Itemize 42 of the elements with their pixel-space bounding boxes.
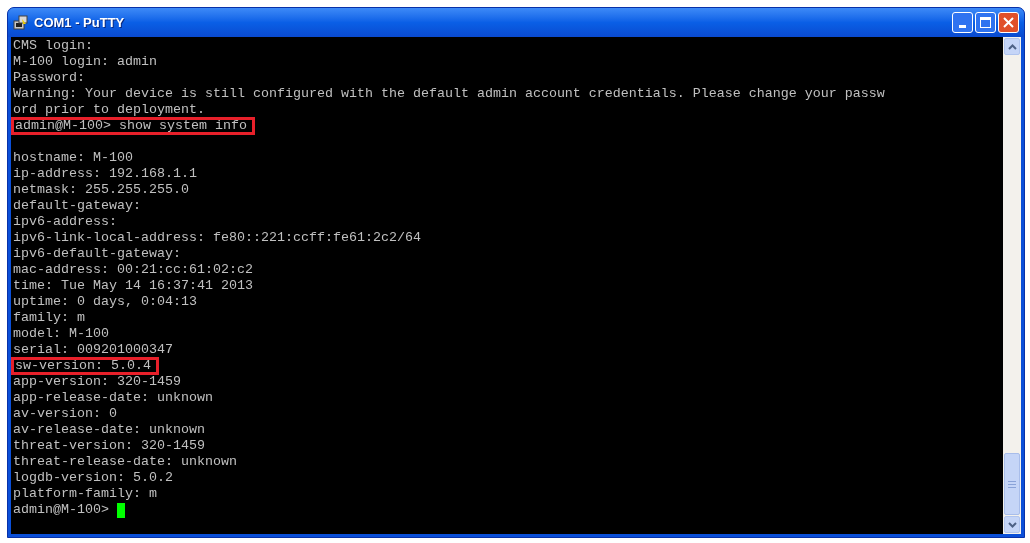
terminal-line: platform-family: m (13, 486, 157, 501)
terminal-line: app-release-date: unknown (13, 390, 213, 405)
terminal-line: ipv6-default-gateway: (13, 246, 181, 261)
chevron-down-icon (1007, 521, 1017, 528)
maximize-icon (980, 17, 991, 28)
minimize-button[interactable] (952, 12, 973, 33)
terminal-line: ipv6-link-local-address: fe80::221:ccff:fe61:2c2/64 (13, 230, 421, 245)
command-prompt: admin@M-100> (13, 502, 109, 518)
close-button[interactable] (998, 12, 1019, 33)
terminal-line: family: m (13, 310, 85, 325)
scroll-up-button[interactable] (1004, 38, 1020, 55)
terminal-line: model: M-100 (13, 326, 109, 341)
terminal-line: default-gateway: (13, 198, 141, 213)
terminal-line: time: Tue May 14 16:37:41 2013 (13, 278, 253, 293)
terminal-line: CMS login: (13, 38, 93, 53)
minimize-icon (959, 25, 966, 28)
scroll-down-button[interactable] (1004, 516, 1020, 533)
terminal-line: ip-address: 192.168.1.1 (13, 166, 197, 181)
terminal-line: ipv6-address: (13, 214, 117, 229)
terminal-line: serial: 009201000347 (13, 342, 173, 357)
terminal-line: ord prior to deployment. (13, 102, 205, 117)
maximize-button[interactable] (975, 12, 996, 33)
scrollbar[interactable] (1003, 37, 1021, 534)
chevron-up-icon (1007, 43, 1017, 50)
terminal-app-icon (13, 14, 29, 31)
terminal-line: M-100 login: admin (13, 54, 157, 69)
terminal-line: uptime: 0 days, 0:04:13 (13, 294, 197, 309)
scroll-thumb[interactable] (1004, 453, 1020, 515)
terminal-line: Password: (13, 70, 85, 85)
terminal-line: logdb-version: 5.0.2 (13, 470, 173, 485)
terminal-line: mac-address: 00:21:cc:61:02:c2 (13, 262, 253, 277)
terminal-line: Warning: Your device is still configured with the default admin account credentials. Please change your passw (13, 86, 885, 101)
terminal-line: threat-release-date: unknown (13, 454, 237, 469)
window-title: COM1 - PuTTY (34, 13, 125, 32)
grip-icon (1008, 480, 1016, 488)
terminal-line: netmask: 255.255.255.0 (13, 182, 189, 197)
terminal-line: av-version: 0 (13, 406, 117, 421)
terminal-line: app-version: 320-1459 (13, 374, 181, 389)
terminal-line: hostname: M-100 (13, 150, 133, 165)
close-icon (1003, 17, 1014, 28)
terminal-line: threat-version: 320-1459 (13, 438, 205, 453)
terminal-line: av-release-date: unknown (13, 422, 205, 437)
